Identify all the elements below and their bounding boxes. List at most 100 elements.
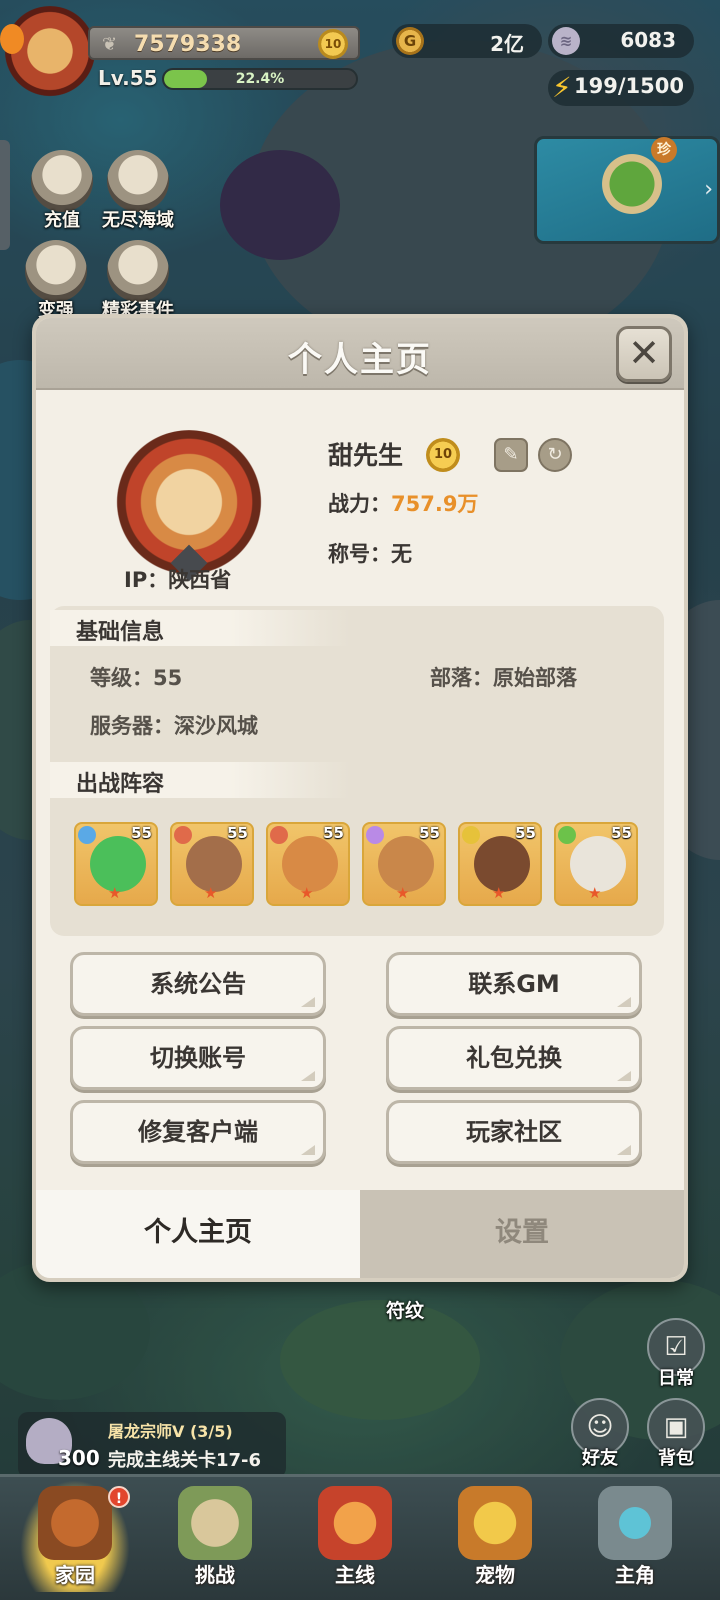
profile-avatar[interactable] (114, 430, 264, 582)
nav-hero[interactable]: 主角 (580, 1480, 690, 1592)
share-icon[interactable]: ↻ (538, 438, 572, 472)
level-info: 等级：55 (90, 666, 183, 690)
quest-tracker[interactable]: 300 屠龙宗师V (3/5) 完成主线关卡17-6 (18, 1412, 286, 1478)
player-level: Lv.55 (98, 66, 158, 90)
element-icon (462, 826, 480, 844)
player-avatar[interactable] (0, 6, 100, 106)
basic-info-heading: 基础信息 (50, 610, 350, 646)
power-up-button[interactable]: 变强 (14, 240, 98, 322)
element-icon (558, 826, 576, 844)
quest-task: 完成主线关卡17-6 (108, 1450, 262, 1471)
hero-level: 55 (323, 824, 344, 842)
friends-button[interactable]: ☺ 好友 (568, 1398, 632, 1470)
nav-pets-label: 宠物 (475, 1563, 515, 1587)
hero-level: 55 (611, 824, 632, 842)
events-button[interactable]: 精彩事件 (96, 240, 180, 322)
title-line: 称号：无 (328, 538, 412, 568)
repair-client-button[interactable]: 修复客户端 (70, 1100, 326, 1164)
contact-gm-label: 联系GM (468, 970, 560, 998)
notification-badge: ! (108, 1486, 130, 1508)
fist-icon (25, 240, 87, 302)
lineup-hero-card[interactable]: 55 ★ (554, 822, 638, 906)
shell-value: 6083 (620, 28, 676, 52)
contact-gm-button[interactable]: 联系GM (386, 952, 642, 1016)
vip-badge-icon[interactable]: 10 (318, 29, 348, 59)
element-icon (366, 826, 384, 844)
close-icon[interactable]: ✕ (616, 326, 672, 382)
energy-counter[interactable]: ⚡ 199/1500 (548, 70, 694, 106)
hero-icon (598, 1486, 672, 1560)
main-story-icon (318, 1486, 392, 1560)
edit-icon[interactable]: ✎ (494, 438, 528, 472)
backpack-label: 背包 (658, 1448, 694, 1469)
nav-main-story-label: 主线 (335, 1563, 375, 1587)
exp-progress-bar: 22.4% (162, 68, 358, 90)
nav-pets[interactable]: 宠物 (440, 1480, 550, 1592)
shell-counter[interactable]: ≋ 6083 (548, 24, 694, 58)
power-value: 757.9万 (391, 492, 479, 516)
community-button[interactable]: 玩家社区 (386, 1100, 642, 1164)
hero-level: 55 (131, 824, 152, 842)
endless-sea-button[interactable]: 无尽海域 (96, 150, 180, 232)
chevron-right-icon[interactable]: › (704, 177, 713, 202)
side-drawer-handle[interactable] (0, 140, 10, 250)
challenge-icon (178, 1486, 252, 1560)
rare-tag: 珍 (651, 137, 677, 163)
backpack-button[interactable]: ▣ 背包 (644, 1398, 708, 1470)
star-icon: ★ (492, 884, 506, 902)
tab-settings[interactable]: 设置 (360, 1190, 684, 1278)
switch-account-label: 切换账号 (150, 1044, 246, 1072)
lineup-hero-card[interactable]: 55 ★ (74, 822, 158, 906)
gold-coin-icon: G (396, 27, 424, 55)
announcement-button[interactable]: 系统公告 (70, 952, 326, 1016)
nav-challenge[interactable]: 挑战 (160, 1480, 270, 1592)
pet-fish-icon (0, 24, 24, 54)
announcement-label: 系统公告 (150, 970, 246, 998)
hero-level: 55 (515, 824, 536, 842)
star-icon: ★ (588, 884, 602, 902)
lineup-hero-card[interactable]: 55 ★ (170, 822, 254, 906)
server-info: 服务器：深沙风城 (90, 714, 258, 738)
shell-icon: ≋ (552, 27, 580, 55)
tab-profile[interactable]: 个人主页 (36, 1190, 360, 1278)
daily-button[interactable]: ☑ 日常 (644, 1318, 708, 1390)
combat-power-bar: ❦ 7579338 10 (88, 26, 360, 60)
lineup-hero-card[interactable]: 55 ★ (266, 822, 350, 906)
nav-challenge-label: 挑战 (195, 1563, 235, 1587)
gift-code-label: 礼包兑换 (466, 1044, 562, 1072)
modal-title: 个人主页 (288, 340, 432, 380)
repair-client-label: 修复客户端 (138, 1118, 258, 1146)
lineup-hero-card[interactable]: 55 ★ (458, 822, 542, 906)
gold-counter[interactable]: G 2亿 (392, 24, 542, 58)
quest-title: 屠龙宗师V (3/5) (108, 1422, 233, 1441)
lineup-hero-card[interactable]: 55 ★ (362, 822, 446, 906)
tribe-info: 部落：原始部落 (430, 666, 577, 690)
title-label: 称号： (328, 542, 391, 566)
nav-hero-label: 主角 (615, 1563, 655, 1587)
minimap[interactable]: 珍 › (534, 136, 720, 244)
lightning-icon: ⚡ (552, 71, 572, 104)
modal-tabs: 个人主页 设置 (36, 1190, 684, 1278)
ip-location: IP：陕西省 (124, 568, 232, 592)
nav-main-story[interactable]: 主线 (300, 1480, 410, 1592)
modal-header: 个人主页 ✕ (36, 318, 684, 390)
endless-sea-label: 无尽海域 (102, 210, 174, 231)
switch-account-button[interactable]: 切换账号 (70, 1026, 326, 1090)
element-icon (78, 826, 96, 844)
recharge-label: 充值 (44, 210, 80, 231)
lineup-heading: 出战阵容 (50, 762, 350, 798)
star-icon: ★ (204, 884, 218, 902)
rune-label[interactable]: 符纹 (386, 1296, 424, 1323)
exp-percent: 22.4% (235, 71, 285, 87)
gift-code-button[interactable]: 礼包兑换 (386, 1026, 642, 1090)
gold-value: 2亿 (490, 32, 524, 56)
profile-modal: 个人主页 ✕ IP：陕西省 甜先生 10 ✎ ↻ 战力：757.9万 称号：无 … (32, 314, 688, 1282)
nav-home-label: 家园 (55, 1563, 95, 1587)
home-icon (38, 1486, 112, 1560)
energy-value: 199/1500 (574, 74, 684, 98)
element-icon (270, 826, 288, 844)
title-value: 无 (391, 542, 412, 566)
shell-icon (31, 150, 93, 212)
hero-level: 55 (227, 824, 248, 842)
recharge-button[interactable]: 充值 (20, 150, 104, 232)
